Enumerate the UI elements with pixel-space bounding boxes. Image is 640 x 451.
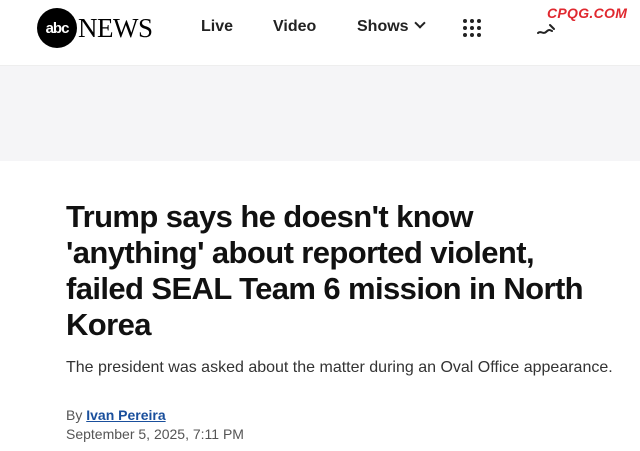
site-header: abc NEWS Live Video Shows CPQG.COM	[0, 0, 640, 66]
nav-live[interactable]: Live	[201, 18, 233, 36]
apps-grid-icon[interactable]	[463, 19, 481, 37]
nav-shows-label: Shows	[357, 18, 409, 35]
nav-video[interactable]: Video	[273, 18, 316, 36]
article-subheadline: The president was asked about the matter…	[66, 359, 613, 376]
news-wordmark: NEWS	[78, 12, 153, 43]
watermark: CPQG.COM	[547, 5, 628, 21]
advertisement-placeholder	[0, 66, 640, 161]
publish-date: September 5, 2025, 7:11 PM	[66, 426, 244, 442]
abc-news-logo[interactable]: abc NEWS	[37, 8, 153, 48]
chevron-down-icon	[413, 17, 426, 29]
nav-shows[interactable]: Shows	[357, 17, 426, 36]
article-headline: Trump says he doesn't know 'anything' ab…	[66, 199, 584, 342]
search-icon[interactable]	[535, 22, 559, 38]
byline: By Ivan Pereira	[66, 406, 166, 424]
author-link[interactable]: Ivan Pereira	[86, 407, 165, 423]
abc-logo-circle: abc	[37, 8, 77, 48]
byline-prefix: By	[66, 407, 83, 423]
